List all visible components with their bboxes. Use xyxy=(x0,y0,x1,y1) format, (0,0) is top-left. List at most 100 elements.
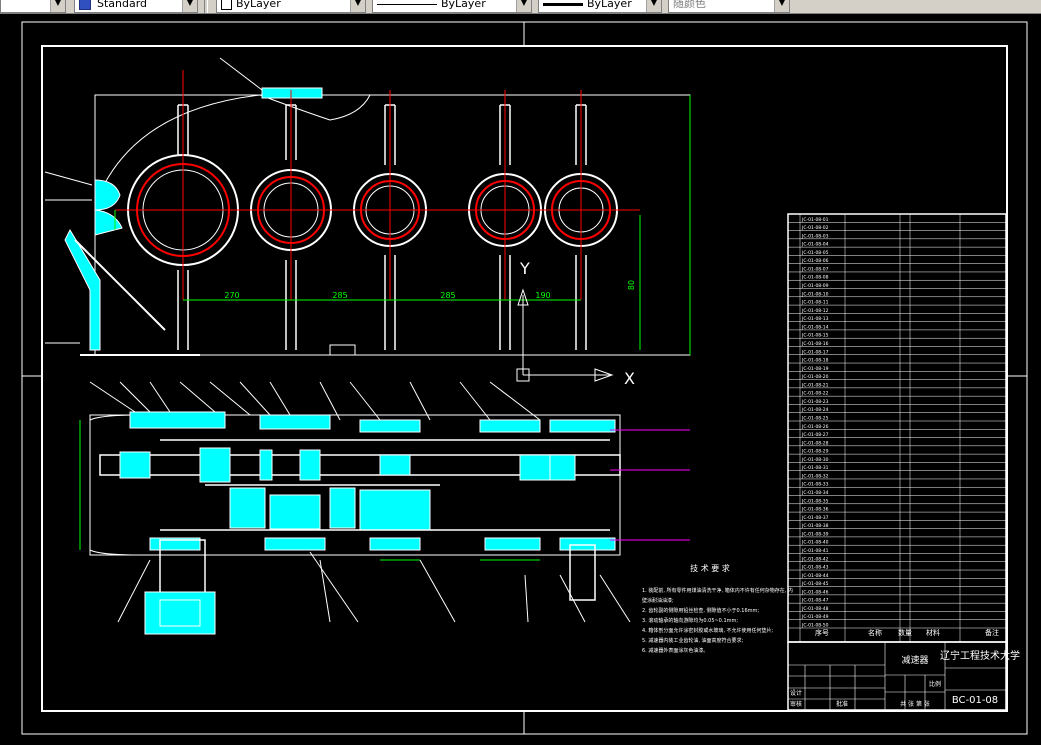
tech-req-line: 1. 装配前, 所有零件用煤油清洗干净, 箱体内不许有任何杂物存在, 内 xyxy=(642,587,793,594)
bom-row-code: JC-01-08-41 xyxy=(801,548,829,554)
bom-row-code: JC-01-08-31 xyxy=(801,465,829,471)
bom-row-code: JC-01-08-34 xyxy=(801,490,829,496)
bom-row-code: JC-01-08-32 xyxy=(801,473,829,479)
bom-row-code: JC-01-08-03 xyxy=(801,233,829,239)
bom-row-code: JC-01-08-47 xyxy=(801,598,829,604)
dim-height: 80 xyxy=(627,280,636,290)
title-scale: 比例 xyxy=(929,680,941,688)
bom-row-code: JC-01-08-11 xyxy=(801,300,829,306)
bom-row-code: JC-01-08-20 xyxy=(801,374,829,380)
bom-row-code: JC-01-08-42 xyxy=(801,556,829,562)
drawing-canvas[interactable]: 270 285 285 190 80 Y X 技 术 要 求 1. 装配前, 所… xyxy=(0,14,1041,745)
housing-arc xyxy=(94,94,371,206)
bom-row-code: JC-01-08-06 xyxy=(801,258,829,264)
bom-row-code: JC-01-08-43 xyxy=(801,565,829,571)
bom-row-code: JC-01-08-07 xyxy=(801,266,829,272)
bom-row-code: JC-01-08-01 xyxy=(801,217,829,223)
plotstyle-value: 随颜色 xyxy=(673,0,706,10)
lineweight-preview-icon xyxy=(543,2,583,6)
tech-req-line: 5. 减速器内装工业齿轮油, 油面高度符合要求; xyxy=(642,637,744,644)
bom-header-qty: 数量 xyxy=(898,628,912,637)
tech-req-lines: 1. 装配前, 所有零件用煤油清洗干净, 箱体内不许有任何杂物存在, 内 壁涂耐… xyxy=(642,587,793,654)
bom-header: 序号 名称 数量 材料 备注 xyxy=(815,628,999,637)
dimstyle-icon xyxy=(79,0,91,10)
bom-row-code: JC-01-08-46 xyxy=(801,589,829,595)
dropdown-arrow-icon: ▼ xyxy=(350,0,365,12)
lineweight-dropdown[interactable]: ByLayer ▼ xyxy=(538,0,662,13)
bom-rows: JC-01-08-01 JC-01-08-02 JC-01-08-03 JC-01-0… xyxy=(801,217,829,629)
lineweight-value: ByLayer xyxy=(587,0,632,10)
toolbar-separator xyxy=(204,0,208,13)
center-lines xyxy=(115,70,640,300)
bom-row-code: JC-01-08-27 xyxy=(801,432,829,438)
dim-top-2: 285 xyxy=(332,291,347,300)
ucs-x-label: X xyxy=(624,369,635,388)
title-approve: 批准 xyxy=(836,700,848,708)
tech-req-line: 2. 齿轮副的侧隙用铅丝检查, 侧隙值不小于0.16mm; xyxy=(642,607,759,614)
dropdown-arrow-icon: ▼ xyxy=(646,0,661,12)
bom-row-code: JC-01-08-18 xyxy=(801,358,829,364)
bom-row-code: JC-01-08-19 xyxy=(801,366,829,372)
bom-row-code: JC-01-08-17 xyxy=(801,349,829,355)
bom-row-code: JC-01-08-37 xyxy=(801,515,829,521)
layer-value: ByLayer xyxy=(236,0,281,10)
bom-row-code: JC-01-08-49 xyxy=(801,614,829,620)
tech-req-title: 技 术 要 求 xyxy=(690,563,730,573)
linetype-dropdown[interactable]: ByLayer ▼ xyxy=(372,0,532,13)
bom-row-code: JC-01-08-48 xyxy=(801,606,829,612)
title-design: 设计 xyxy=(790,689,802,697)
bom-row-code: JC-01-08-14 xyxy=(801,324,829,330)
tech-req-line: 壁涂耐油油漆; xyxy=(642,597,674,604)
bom-header-seq: 序号 xyxy=(815,628,829,637)
dimstyle-value: Standard xyxy=(97,0,148,10)
bom-row-code: JC-01-08-15 xyxy=(801,333,829,339)
housing-outline xyxy=(94,94,691,356)
layer-color-dropdown[interactable]: ByLayer ▼ xyxy=(216,0,366,13)
vent-cap xyxy=(261,87,323,99)
bom-row-code: JC-01-08-21 xyxy=(801,382,829,388)
bom-row-code: JC-01-08-30 xyxy=(801,457,829,463)
bom-row-code: JC-01-08-08 xyxy=(801,275,829,281)
bom-row-code: JC-01-08-16 xyxy=(801,341,829,347)
bom-row-code: JC-01-08-10 xyxy=(801,291,829,297)
bom-row-code: JC-01-08-26 xyxy=(801,424,829,430)
bom-row-code: JC-01-08-23 xyxy=(801,399,829,405)
bom-row-code: JC-01-08-13 xyxy=(801,316,829,322)
stiffener-ribs xyxy=(177,104,587,350)
bom-row-code: JC-01-08-39 xyxy=(801,531,829,537)
bom-row-code: JC-01-08-04 xyxy=(801,242,829,248)
dimension-lines xyxy=(114,95,691,355)
bom-row-code: JC-01-08-02 xyxy=(801,225,829,231)
dim-top-3: 285 xyxy=(440,291,455,300)
drain-plug xyxy=(329,344,356,356)
bom-row-code: JC-01-08-22 xyxy=(801,391,829,397)
dim-top-1: 270 xyxy=(224,291,239,300)
bom-row-code: JC-01-08-45 xyxy=(801,581,829,587)
bom-row-code: JC-01-08-09 xyxy=(801,283,829,289)
bom-row-code: JC-01-08-50 xyxy=(801,623,829,629)
bom-row-code: JC-01-08-38 xyxy=(801,523,829,529)
title-sheet: 共 张 第 张 xyxy=(900,700,930,708)
dropdown-arrow-icon: ▼ xyxy=(516,0,531,12)
bom-row-code: JC-01-08-33 xyxy=(801,482,829,488)
dropdown-arrow-icon: ▼ xyxy=(182,0,197,12)
title-code: BC-01-08 xyxy=(952,695,998,706)
magenta-shaft-ext xyxy=(610,429,690,541)
ucs-icon xyxy=(516,288,614,382)
bom-row-code: JC-01-08-25 xyxy=(801,416,829,422)
coupling-lower xyxy=(144,591,216,635)
bom-header-material: 材料 xyxy=(926,628,940,637)
bom-row-code: JC-01-08-40 xyxy=(801,540,829,546)
dimstyle-dropdown[interactable]: Standard ▼ xyxy=(74,0,198,13)
dropdown-arrow-icon: ▼ xyxy=(50,0,65,12)
plotstyle-dropdown[interactable]: 随颜色 ▼ xyxy=(668,0,790,13)
bearing-cap-left xyxy=(94,179,123,236)
gears xyxy=(119,447,576,531)
properties-toolbar: ▼ Standard ▼ ByLayer ▼ ByLayer ▼ ByLayer… xyxy=(0,0,1041,14)
title-check: 审核 xyxy=(790,700,802,708)
ucs-y-label: Y xyxy=(519,259,530,278)
title-name: 减速器 xyxy=(901,654,928,666)
bom-header-remark: 备注 xyxy=(985,628,999,637)
title-school: 辽宁工程技术大学 xyxy=(940,649,1020,662)
layer-dropdown-tail[interactable]: ▼ xyxy=(0,0,66,13)
